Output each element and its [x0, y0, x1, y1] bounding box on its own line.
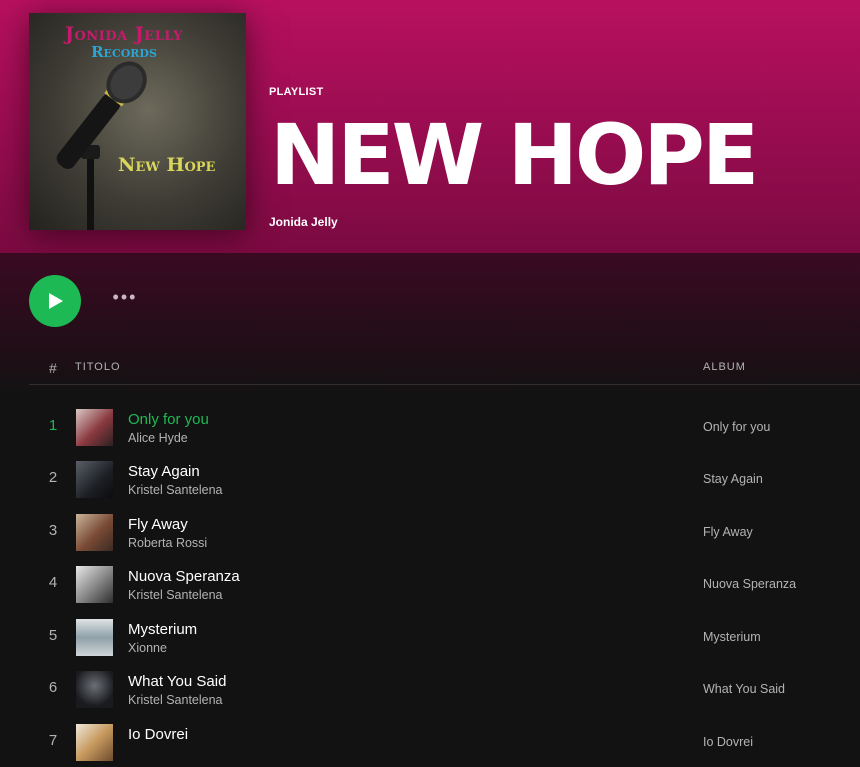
track-number: 7 — [48, 732, 58, 749]
tracklist-header: # TITOLO ALBUM — [29, 348, 860, 385]
track-title[interactable]: Io Dovrei — [128, 726, 188, 743]
playlist-cover-image[interactable]: Jonida Jelly Records New Hope — [29, 13, 246, 230]
playlist-header: Jonida Jelly Records New Hope PLAYLIST N… — [0, 0, 860, 253]
track-number: 4 — [48, 574, 58, 591]
table-row[interactable]: 3 Fly Away Roberta Rossi Fly Away — [29, 505, 860, 557]
track-cover-thumbnail — [76, 514, 113, 551]
track-album-link[interactable]: Mysterium — [703, 630, 761, 644]
track-artist-link[interactable]: Kristel Santelena — [128, 693, 223, 707]
track-number: 6 — [48, 679, 58, 696]
track-title[interactable]: Only for you — [128, 411, 209, 428]
table-row[interactable]: 1 Only for you Alice Hyde Only for you — [29, 400, 860, 452]
cover-records-line: Records — [91, 43, 157, 61]
track-cover-thumbnail — [76, 409, 113, 446]
track-number: 1 — [48, 417, 58, 434]
track-cover-thumbnail — [76, 566, 113, 603]
column-album-header[interactable]: ALBUM — [703, 361, 746, 373]
track-number: 3 — [48, 522, 58, 539]
track-artist-link[interactable]: Xionne — [128, 641, 167, 655]
play-button[interactable] — [29, 275, 81, 327]
track-cover-thumbnail — [76, 724, 113, 761]
table-row[interactable]: 4 Nuova Speranza Kristel Santelena Nuova… — [29, 557, 860, 609]
table-row[interactable]: 2 Stay Again Kristel Santelena Stay Agai… — [29, 452, 860, 504]
column-title-header[interactable]: TITOLO — [75, 361, 121, 373]
column-number-header: # — [49, 360, 57, 376]
play-icon — [49, 293, 63, 309]
track-artist-link[interactable]: Roberta Rossi — [128, 536, 207, 550]
playlist-owner-link[interactable]: Jonida Jelly — [269, 215, 338, 229]
cover-brand-line: Jonida Jelly — [65, 23, 183, 45]
track-artist-link[interactable]: Kristel Santelena — [128, 483, 223, 497]
track-cover-thumbnail — [76, 619, 113, 656]
track-artist-link[interactable]: Kristel Santelena — [128, 588, 223, 602]
track-artist-link[interactable]: Alice Hyde — [128, 431, 188, 445]
track-album-link[interactable]: What You Said — [703, 682, 785, 696]
track-title[interactable]: Fly Away — [128, 516, 188, 533]
track-title[interactable]: Mysterium — [128, 621, 197, 638]
track-album-link[interactable]: Stay Again — [703, 472, 763, 486]
action-bar: ••• # TITOLO ALBUM — [0, 253, 860, 393]
more-options-button[interactable]: ••• — [110, 287, 140, 311]
track-number: 5 — [48, 627, 58, 644]
track-album-link[interactable]: Only for you — [703, 420, 770, 434]
playlist-type-label: PLAYLIST — [269, 86, 324, 98]
track-album-link[interactable]: Io Dovrei — [703, 735, 753, 749]
track-title[interactable]: What You Said — [128, 673, 226, 690]
track-title[interactable]: Stay Again — [128, 463, 200, 480]
track-album-link[interactable]: Nuova Speranza — [703, 577, 796, 591]
track-cover-thumbnail — [76, 461, 113, 498]
track-cover-thumbnail — [76, 671, 113, 708]
playlist-title: NEW HOPE — [270, 106, 759, 204]
track-album-link[interactable]: Fly Away — [703, 525, 753, 539]
table-row[interactable]: 7 Io Dovrei Io Dovrei — [29, 715, 860, 767]
table-row[interactable]: 5 Mysterium Xionne Mysterium — [29, 610, 860, 662]
cover-title-line: New Hope — [118, 154, 216, 176]
track-title[interactable]: Nuova Speranza — [128, 568, 240, 585]
track-number: 2 — [48, 469, 58, 486]
table-row[interactable]: 6 What You Said Kristel Santelena What Y… — [29, 662, 860, 714]
